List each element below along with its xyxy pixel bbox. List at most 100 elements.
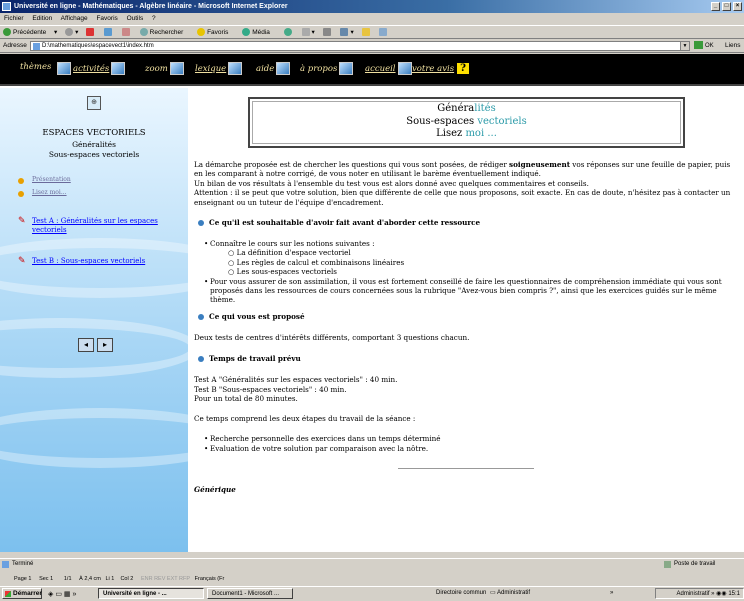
menu-bar: Fichier Edition Affichage Favoris Outils… xyxy=(0,13,744,25)
pencil-icon: ✎ xyxy=(18,255,26,265)
status-bar: Terminé Poste de travail xyxy=(0,558,744,569)
bullet-icon xyxy=(18,191,24,197)
quick-launch-icons[interactable]: ◈ ▭ ▦ » xyxy=(48,589,76,601)
mail-button[interactable]: ▾ xyxy=(301,28,315,37)
zoom-icon xyxy=(169,62,184,75)
go-button[interactable]: OK xyxy=(694,41,714,51)
close-button[interactable]: × xyxy=(733,2,742,11)
sidebar-link-lisez-moi[interactable]: Lisez moi... xyxy=(32,189,67,196)
activites-icon-2 xyxy=(111,62,126,75)
sidebar-subtitle: Sous-espaces vectoriels xyxy=(48,150,140,159)
generique-link[interactable]: Générique xyxy=(194,485,740,494)
taskbar-folder[interactable]: ▭ Administratif xyxy=(490,587,530,599)
bullet-icon xyxy=(18,178,24,184)
forward-button[interactable]: ▾ xyxy=(65,28,78,37)
windows-logo-icon xyxy=(5,591,11,597)
nav-a-propos[interactable]: à propos xyxy=(300,62,354,75)
accueil-icon xyxy=(397,62,412,75)
sub-list-item: ○ Les sous-espaces vectoriels xyxy=(228,267,337,276)
section-bullet-icon xyxy=(198,314,204,320)
minimize-button[interactable]: _ xyxy=(711,2,720,11)
nav-lexique[interactable]: lexique xyxy=(195,62,243,75)
star-icon xyxy=(197,28,206,37)
aide-icon xyxy=(276,62,291,75)
nav-votre-avis[interactable]: votre avis? xyxy=(412,62,471,75)
window-title: Université en ligne - Mathématiques - Al… xyxy=(14,3,288,10)
address-bar: Adresse D:\mathematiques\espacevect1\ind… xyxy=(0,39,744,53)
sidebar-wave xyxy=(0,318,188,378)
print-button[interactable] xyxy=(322,28,333,37)
sidebar-link-presentation[interactable]: Présentation xyxy=(32,176,71,183)
sidebar-subtitle: Généralités xyxy=(72,140,116,149)
go-arrow-icon xyxy=(694,41,703,50)
lexique-icon xyxy=(228,62,243,75)
favorites-button[interactable]: Favoris xyxy=(197,28,234,37)
menu-affichage[interactable]: Affichage xyxy=(61,15,88,22)
section-bullet-icon xyxy=(198,220,204,226)
sidebar-link-test-b[interactable]: Test B : Sous-espaces vectoriels xyxy=(32,257,145,265)
refresh-button[interactable] xyxy=(104,28,114,37)
nav-zoom[interactable]: zoom xyxy=(145,62,184,75)
a-propos-icon xyxy=(339,62,354,75)
section-proposed-title: Ce qui vous est proposé xyxy=(198,312,305,321)
word-status-bar: Page 1 Sec 1 1/1 À 2,4 cm Li 1 Col 2 ENR… xyxy=(14,576,225,582)
nav-activites[interactable]: activités xyxy=(57,62,126,75)
section-bullet-icon xyxy=(198,356,204,362)
maximize-button[interactable]: □ xyxy=(722,2,731,11)
media-button[interactable]: Média xyxy=(242,28,276,37)
sidebar: ⊕ ESPACES VECTORIELS Généralités Sous-es… xyxy=(0,88,188,552)
time-line: Test A "Généralités sur les espaces vect… xyxy=(194,375,398,384)
links-button[interactable]: Liens xyxy=(725,39,741,53)
taskbar: Démarrer ◈ ▭ ▦ » Université en ligne - .… xyxy=(0,586,744,599)
prev-page-icon[interactable]: ◂ xyxy=(78,338,94,352)
menu-outils[interactable]: Outils xyxy=(127,15,144,22)
sidebar-link-test-a[interactable]: Test A : Généralités sur les espaces vec… xyxy=(32,217,182,235)
menu-help[interactable]: ? xyxy=(152,15,156,22)
menu-edition[interactable]: Edition xyxy=(32,15,52,22)
status-text: Terminé xyxy=(12,561,34,567)
task-button-word[interactable]: Document1 - Microsoft ... xyxy=(207,588,293,599)
task-button-ie[interactable]: Université en ligne - ... xyxy=(98,588,204,599)
main-content: Généralités Sous-espaces vectoriels Lise… xyxy=(188,88,744,552)
menu-favoris[interactable]: Favoris xyxy=(96,15,117,22)
page-header-box: Généralités Sous-espaces vectoriels Lise… xyxy=(248,97,685,148)
forward-arrow-icon xyxy=(65,28,74,37)
menu-fichier[interactable]: Fichier xyxy=(4,15,24,22)
refresh-icon xyxy=(104,28,113,37)
back-button[interactable]: Précédente ▾ xyxy=(3,28,57,37)
sidebar-logo-icon: ⊕ xyxy=(87,96,101,110)
site-nav-bar: thèmes activités zoom lexique aide à pro… xyxy=(0,54,744,86)
nav-themes[interactable]: thèmes xyxy=(20,62,51,72)
address-value: D:\mathematiques\espacevect1\index.htm xyxy=(42,43,154,49)
next-page-icon[interactable]: ▸ xyxy=(97,338,113,352)
taskbar-directory: Directoire commun xyxy=(436,590,487,596)
list-item: • Connaître le cours sur les notions suiv… xyxy=(204,239,375,248)
stop-button[interactable] xyxy=(86,28,96,37)
history-button[interactable] xyxy=(283,28,294,37)
address-dropdown-icon[interactable]: ▼ xyxy=(680,42,689,50)
proposed-text: Deux tests de centres d'intérêts différe… xyxy=(194,333,470,342)
intro-paragraph: La démarche proposée est de chercher les… xyxy=(194,160,731,207)
discuss-button[interactable] xyxy=(379,28,389,37)
nav-aide[interactable]: aide xyxy=(256,62,291,75)
discuss-icon xyxy=(379,28,388,37)
home-icon xyxy=(121,28,130,37)
divider xyxy=(398,468,534,469)
clock: 15:1 xyxy=(728,591,740,597)
start-button[interactable]: Démarrer xyxy=(2,588,42,599)
pencil-icon: ✎ xyxy=(18,215,26,225)
address-input[interactable]: D:\mathematiques\espacevect1\index.htm ▼ xyxy=(30,41,690,51)
search-button[interactable]: Rechercher xyxy=(139,28,190,37)
header-line-1: Généralités xyxy=(437,103,496,114)
folder-button[interactable] xyxy=(361,28,372,37)
nav-accueil[interactable]: accueil xyxy=(365,62,412,75)
browser-toolbar: Précédente ▾ ▾ Rechercher Favoris Média … xyxy=(0,25,744,39)
edit-button[interactable]: ▾ xyxy=(340,28,354,37)
taskbar-chevron[interactable]: » xyxy=(610,587,613,599)
system-tray: Administratif » ◉◉ 15:1 xyxy=(655,588,744,599)
back-arrow-icon xyxy=(3,28,11,37)
activites-icon xyxy=(57,62,71,75)
list-item: • Pour vous assurer de son assimilation, … xyxy=(204,276,722,305)
ie-icon xyxy=(2,2,11,11)
home-button[interactable] xyxy=(121,28,132,37)
